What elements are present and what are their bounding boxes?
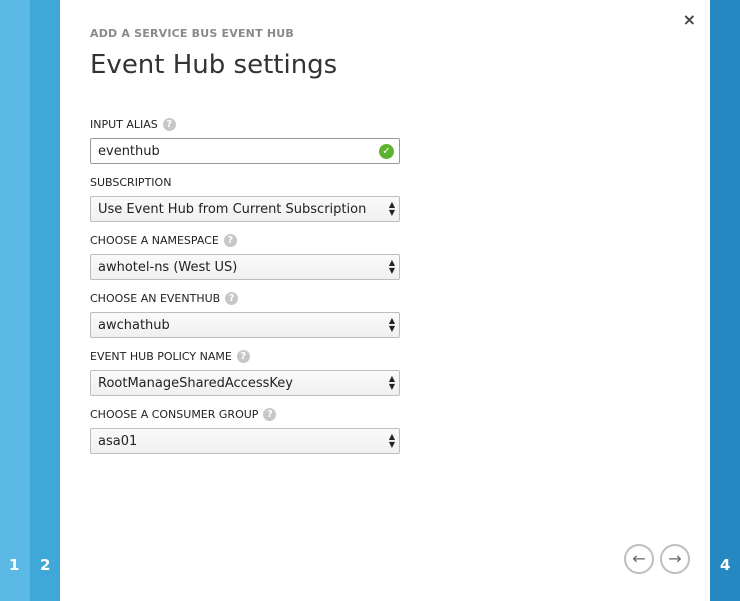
step-number-4[interactable]: 4 bbox=[720, 556, 730, 574]
wizard-step-rail-4[interactable]: 4 bbox=[710, 0, 740, 601]
close-icon[interactable]: × bbox=[683, 10, 696, 29]
select-arrows-icon: ▲ ▼ bbox=[388, 432, 395, 449]
eventhub-field: CHOOSE AN EVENTHUB ? awchathub ▲ ▼ bbox=[90, 291, 400, 338]
help-icon[interactable]: ? bbox=[225, 291, 239, 305]
consumer-group-select[interactable]: asa01 ▲ ▼ bbox=[90, 428, 400, 454]
wizard-panel: × ADD A SERVICE BUS EVENT HUB Event Hub … bbox=[60, 0, 710, 601]
help-icon[interactable]: ? bbox=[223, 233, 237, 247]
subscription-select[interactable]: Use Event Hub from Current Subscription … bbox=[90, 196, 400, 222]
wizard-step-rail-2[interactable]: 2 bbox=[30, 0, 60, 601]
consumer-group-label: CHOOSE A CONSUMER GROUP bbox=[90, 407, 259, 421]
checkmark-icon: ✓ bbox=[379, 144, 394, 159]
subscription-label: SUBSCRIPTION bbox=[90, 175, 172, 189]
input-alias-field: INPUT ALIAS ? eventhub ✓ bbox=[90, 117, 400, 164]
back-button[interactable]: ← bbox=[624, 544, 654, 574]
wizard-subtitle: ADD A SERVICE BUS EVENT HUB bbox=[90, 27, 294, 40]
policy-select[interactable]: RootManageSharedAccessKey ▲ ▼ bbox=[90, 370, 400, 396]
input-alias-label: INPUT ALIAS bbox=[90, 117, 158, 131]
select-arrows-icon: ▲ ▼ bbox=[388, 374, 395, 391]
eventhub-select[interactable]: awchathub ▲ ▼ bbox=[90, 312, 400, 338]
policy-label: EVENT HUB POLICY NAME bbox=[90, 349, 232, 363]
arrow-left-icon: ← bbox=[632, 549, 646, 568]
input-alias-value: eventhub bbox=[98, 143, 160, 159]
consumer-group-field: CHOOSE A CONSUMER GROUP ? asa01 ▲ ▼ bbox=[90, 407, 400, 454]
consumer-group-value: asa01 bbox=[98, 433, 138, 449]
namespace-field: CHOOSE A NAMESPACE ? awhotel-ns (West US… bbox=[90, 233, 400, 280]
namespace-value: awhotel-ns (West US) bbox=[98, 259, 238, 275]
policy-field: EVENT HUB POLICY NAME ? RootManageShared… bbox=[90, 349, 400, 396]
wizard-step-rail-1[interactable]: 1 bbox=[0, 0, 30, 601]
eventhub-label: CHOOSE AN EVENTHUB bbox=[90, 291, 221, 305]
select-arrows-icon: ▲ ▼ bbox=[388, 200, 395, 217]
subscription-value: Use Event Hub from Current Subscription bbox=[98, 201, 367, 217]
help-icon[interactable]: ? bbox=[263, 407, 277, 421]
next-button[interactable]: → bbox=[660, 544, 690, 574]
step-number-1[interactable]: 1 bbox=[9, 556, 19, 574]
eventhub-value: awchathub bbox=[98, 317, 170, 333]
step-number-2[interactable]: 2 bbox=[40, 556, 50, 574]
select-arrows-icon: ▲ ▼ bbox=[388, 258, 395, 275]
arrow-right-icon: → bbox=[668, 549, 682, 568]
help-icon[interactable]: ? bbox=[162, 117, 176, 131]
help-icon[interactable]: ? bbox=[236, 349, 250, 363]
select-arrows-icon: ▲ ▼ bbox=[388, 316, 395, 333]
subscription-field: SUBSCRIPTION Use Event Hub from Current … bbox=[90, 175, 400, 222]
policy-value: RootManageSharedAccessKey bbox=[98, 375, 293, 391]
namespace-select[interactable]: awhotel-ns (West US) ▲ ▼ bbox=[90, 254, 400, 280]
page-title: Event Hub settings bbox=[90, 50, 338, 80]
input-alias-input[interactable]: eventhub ✓ bbox=[90, 138, 400, 164]
namespace-label: CHOOSE A NAMESPACE bbox=[90, 233, 219, 247]
